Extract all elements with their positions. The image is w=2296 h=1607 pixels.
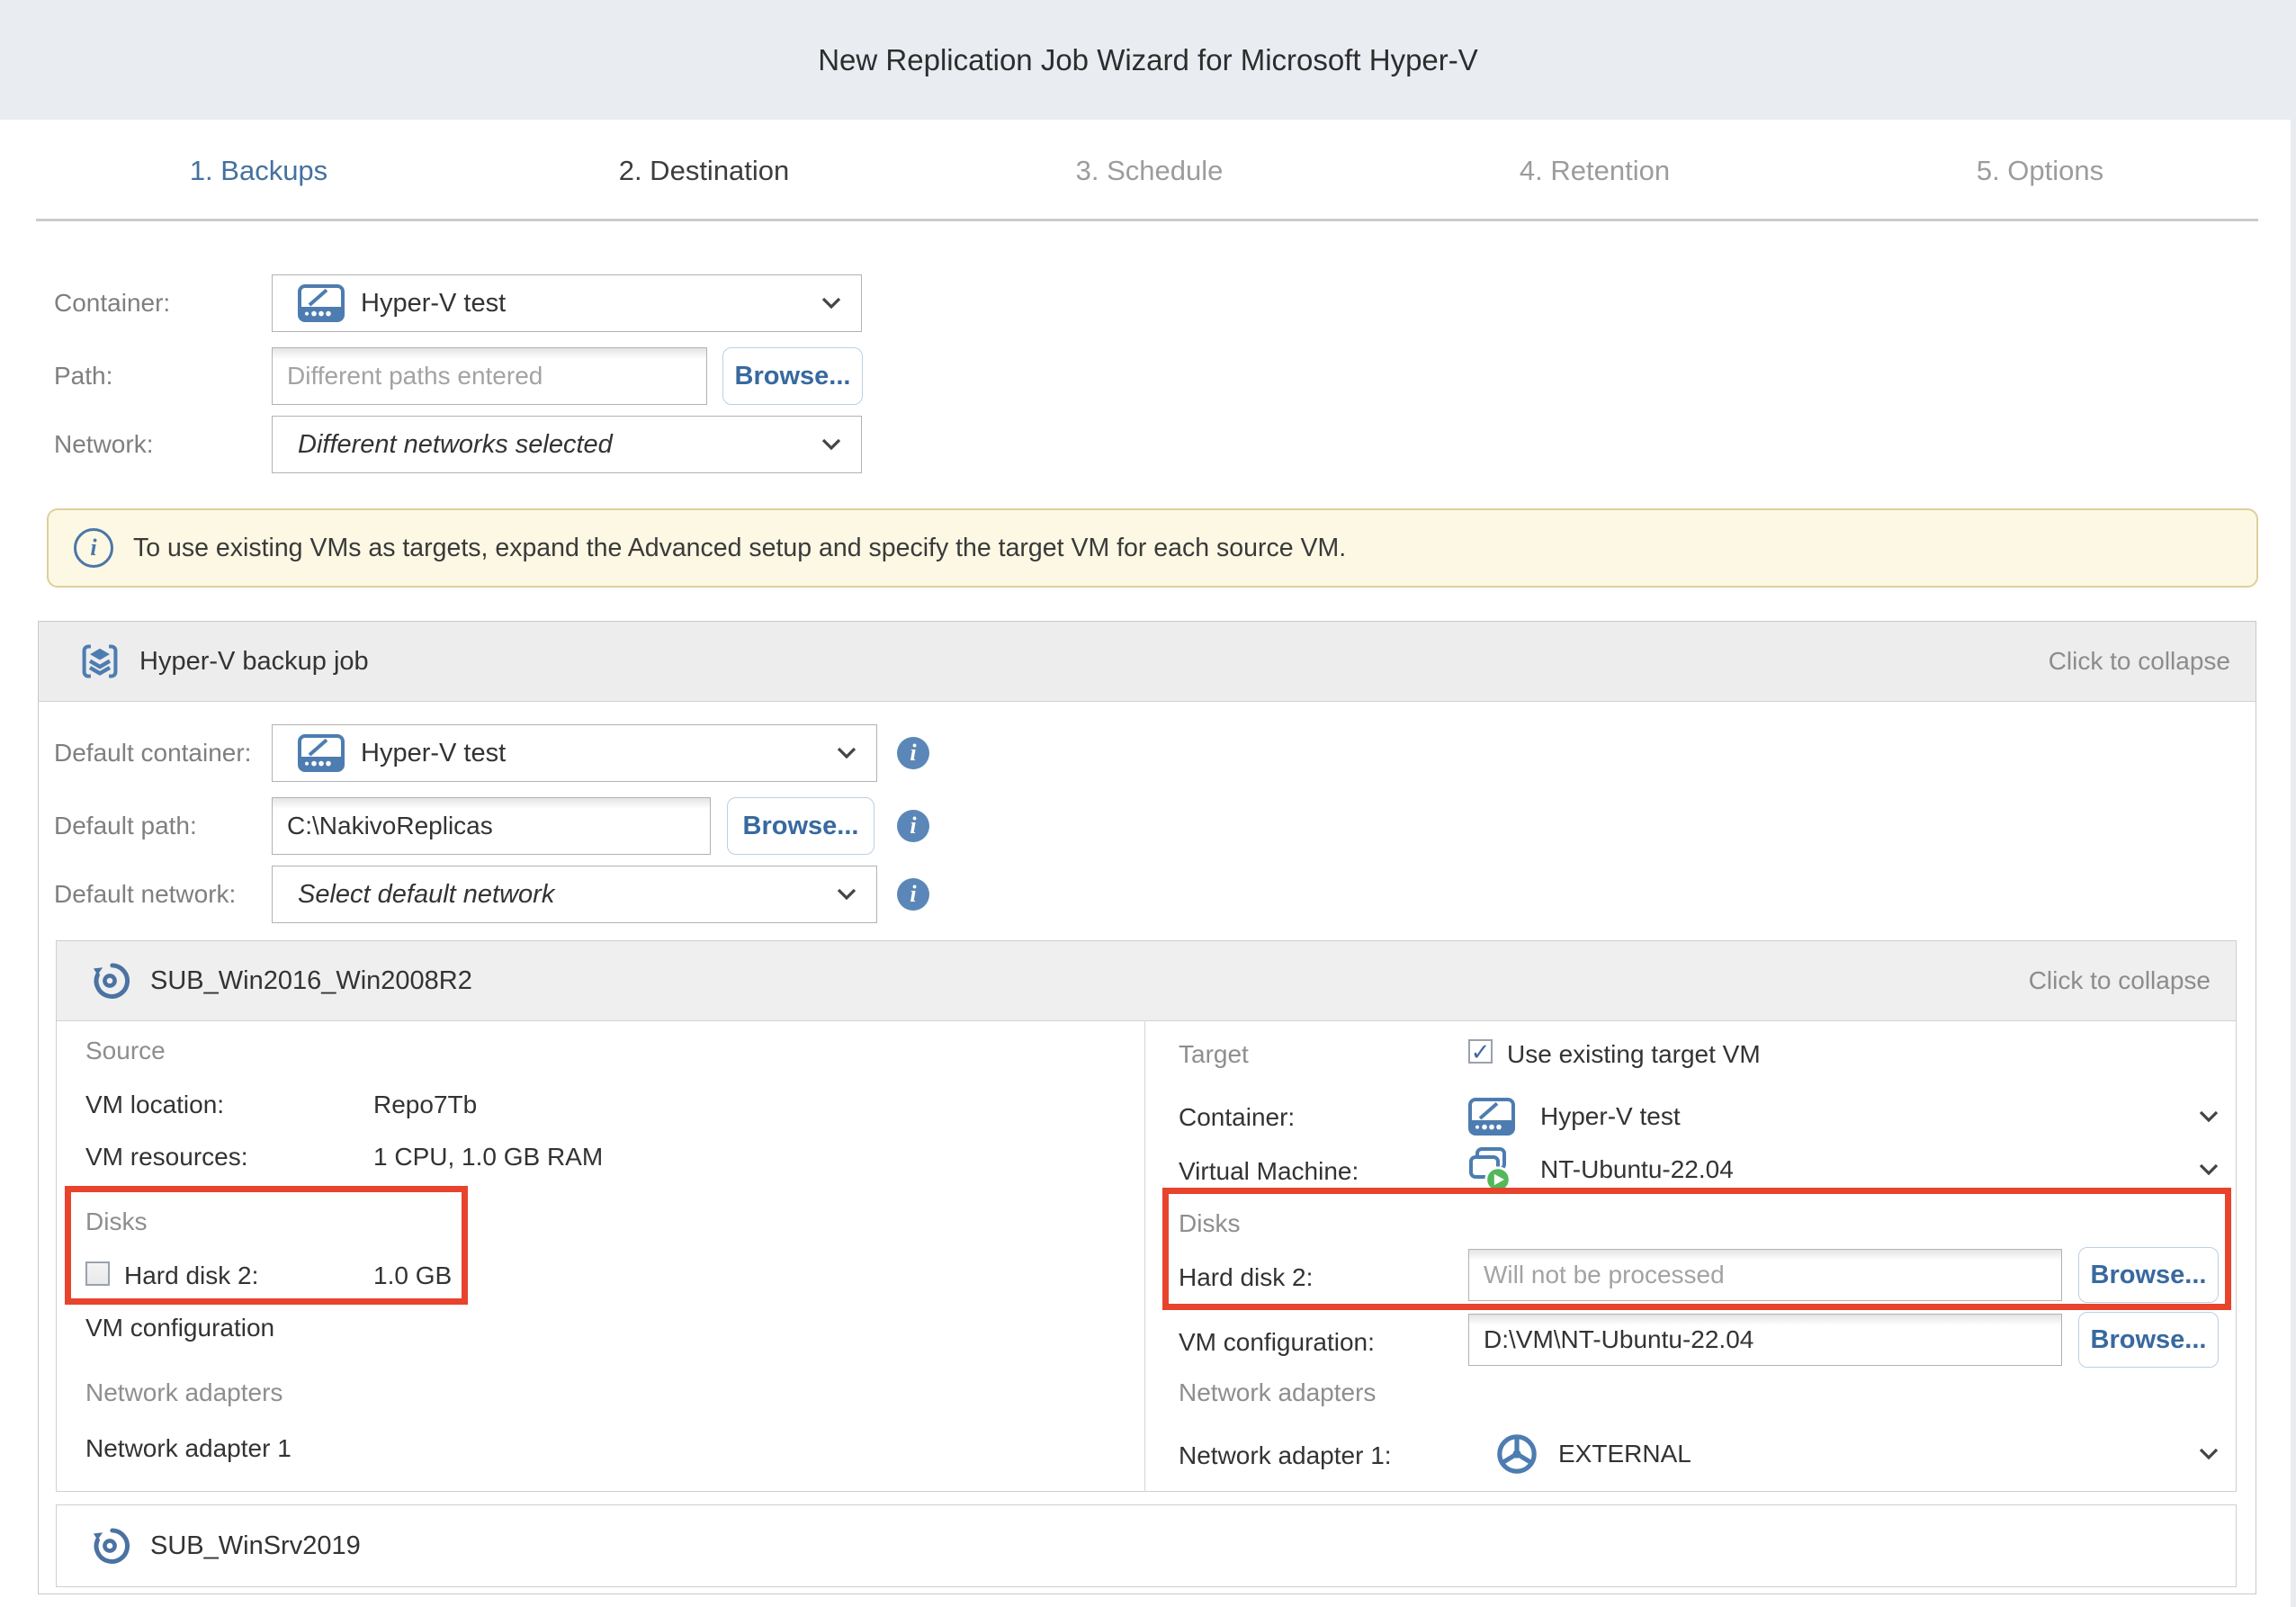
tab-retention[interactable]: 4. Retention	[1372, 139, 1817, 202]
target-container-dropdown[interactable]: Hyper-V test	[1468, 1091, 2231, 1142]
target-vm-dropdown[interactable]: NT-Ubuntu-22.04	[1468, 1143, 2231, 1197]
target-adapter-dropdown[interactable]: EXTERNAL	[1495, 1423, 2231, 1485]
tabs-divider	[36, 219, 2258, 221]
network-label: Network:	[54, 416, 153, 473]
default-container-value: Hyper-V test	[361, 739, 506, 768]
info-icon: i	[74, 528, 113, 568]
target-vm-value: NT-Ubuntu-22.04	[1540, 1152, 1734, 1188]
target-vm-config-browse-button[interactable]: Browse...	[2078, 1312, 2219, 1368]
tab-schedule[interactable]: 3. Schedule	[927, 139, 1372, 202]
tab-backups[interactable]: 1. Backups	[36, 139, 481, 202]
target-container-label: Container:	[1179, 1100, 1295, 1136]
source-disks-heading: Disks	[85, 1204, 147, 1240]
chevron-down-icon	[821, 297, 841, 310]
chevron-down-icon	[2199, 1110, 2219, 1123]
default-network-value: Select default network	[298, 880, 554, 910]
vm-panel: SUB_Win2016_Win2008R2 Click to collapse	[56, 940, 2237, 1492]
default-path-browse-button[interactable]: Browse...	[727, 797, 874, 855]
chevron-down-icon	[2199, 1448, 2219, 1460]
vm-resources-label: VM resources:	[85, 1139, 248, 1175]
default-container-dropdown[interactable]: Hyper-V test	[272, 724, 877, 782]
default-path-label: Default path:	[54, 797, 197, 855]
container-label: Container:	[54, 274, 170, 332]
default-container-info-icon[interactable]: i	[897, 737, 929, 769]
path-label: Path:	[54, 347, 112, 405]
target-network-heading: Network adapters	[1179, 1375, 1376, 1411]
target-heading: Target	[1179, 1037, 1249, 1073]
collapse-hint: Click to collapse	[2029, 966, 2211, 995]
target-vm-config-input[interactable]	[1468, 1314, 2062, 1366]
info-banner: i To use existing VMs as targets, expand…	[47, 508, 2258, 588]
wizard-window: New Replication Job Wizard for Microsoft…	[0, 0, 2296, 1607]
vm-panel-header[interactable]: SUB_Win2016_Win2008R2 Click to collapse	[57, 941, 2236, 1021]
container-value: Hyper-V test	[361, 289, 506, 319]
hyperv-host-icon	[298, 734, 345, 772]
vm-panel-title: SUB_Win2016_Win2008R2	[150, 966, 472, 996]
chevron-down-icon	[2199, 1163, 2219, 1176]
path-input[interactable]	[272, 347, 707, 405]
collapse-hint: Click to collapse	[2049, 647, 2230, 676]
target-container-value: Hyper-V test	[1540, 1099, 1681, 1135]
replication-job-icon	[89, 960, 130, 1001]
chevron-down-icon	[837, 747, 857, 759]
target-adapter-value: EXTERNAL	[1558, 1436, 1691, 1472]
default-path-info-icon[interactable]: i	[897, 810, 929, 842]
second-job-bar[interactable]: SUB_WinSrv2019	[56, 1504, 2237, 1587]
source-vm-config-label: VM configuration	[85, 1310, 274, 1346]
chevron-down-icon	[837, 888, 857, 901]
default-network-dropdown[interactable]: Select default network	[272, 866, 877, 923]
hyperv-host-icon	[1468, 1098, 1515, 1136]
target-disks-heading: Disks	[1179, 1206, 1240, 1242]
default-network-label: Default network:	[54, 866, 236, 923]
network-dropdown[interactable]: Different networks selected	[272, 416, 862, 473]
page-title: New Replication Job Wizard for Microsoft…	[0, 0, 2296, 120]
container-dropdown[interactable]: Hyper-V test	[272, 274, 862, 332]
info-banner-text: To use existing VMs as targets, expand t…	[133, 534, 1346, 563]
path-browse-button[interactable]: Browse...	[722, 347, 863, 405]
source-adapter-label: Network adapter 1	[85, 1431, 291, 1467]
vm-resources-value: 1 CPU, 1.0 GB RAM	[373, 1139, 603, 1175]
default-network-info-icon[interactable]: i	[897, 878, 929, 911]
vm-location-value: Repo7Tb	[373, 1087, 477, 1123]
network-icon	[1495, 1432, 1538, 1476]
job-panel-title: Hyper-V backup job	[139, 647, 369, 677]
backup-job-icon	[80, 642, 120, 681]
source-disk-label: Hard disk 2:	[124, 1258, 258, 1294]
use-existing-vm-checkbox[interactable]	[1468, 1039, 1493, 1064]
job-panel-header[interactable]: Hyper-V backup job Click to collapse	[39, 622, 2256, 702]
virtual-machine-icon	[1468, 1146, 1515, 1193]
source-disk-checkbox[interactable]	[85, 1261, 110, 1286]
use-existing-vm-label: Use existing target VM	[1507, 1037, 1761, 1073]
vm-location-label: VM location:	[85, 1087, 224, 1123]
column-divider	[1144, 1020, 1145, 1492]
network-value: Different networks selected	[298, 430, 613, 460]
second-job-title: SUB_WinSrv2019	[150, 1531, 361, 1561]
tab-destination[interactable]: 2. Destination	[481, 139, 927, 202]
default-path-input[interactable]	[272, 797, 711, 855]
target-adapter-label: Network adapter 1:	[1179, 1438, 1392, 1474]
target-disk-browse-button[interactable]: Browse...	[2078, 1247, 2219, 1303]
target-vm-label: Virtual Machine:	[1179, 1154, 1359, 1190]
source-heading: Source	[85, 1033, 166, 1069]
target-disk-input[interactable]	[1468, 1249, 2062, 1301]
chevron-down-icon	[821, 438, 841, 451]
replication-job-icon	[89, 1525, 130, 1567]
target-disk-label: Hard disk 2:	[1179, 1260, 1313, 1296]
tab-options[interactable]: 5. Options	[1817, 139, 2263, 202]
hyperv-host-icon	[298, 284, 345, 322]
source-disk-size: 1.0 GB	[373, 1258, 452, 1294]
source-network-heading: Network adapters	[85, 1375, 283, 1411]
default-container-label: Default container:	[54, 724, 251, 782]
target-vm-config-label: VM configuration:	[1179, 1324, 1375, 1360]
